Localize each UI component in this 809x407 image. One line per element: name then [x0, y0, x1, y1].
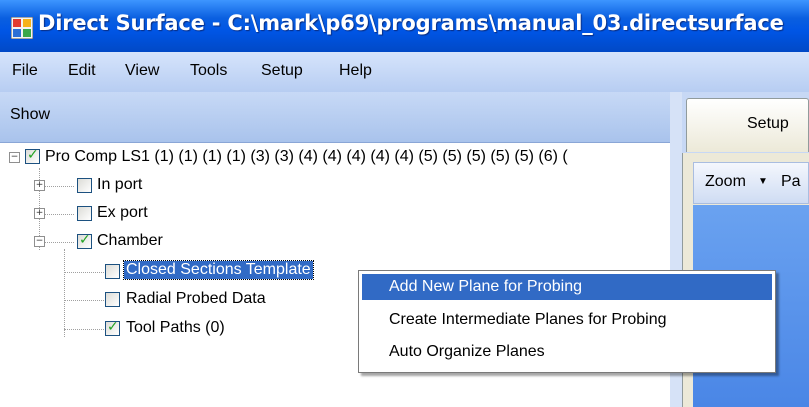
tree-connector	[64, 272, 104, 273]
checkbox-ex-port[interactable]	[77, 206, 92, 221]
checkbox-root[interactable]: ✓	[25, 147, 40, 164]
checkmark-icon: ✓	[79, 232, 91, 248]
tree-node-tool-paths[interactable]: Tool Paths (0)	[126, 319, 225, 337]
context-menu: Add New Plane for Probing Create Interme…	[358, 270, 776, 373]
menu-edit[interactable]: Edit	[68, 62, 96, 80]
checkbox-radial-probed-data[interactable]	[105, 292, 120, 307]
pan-button[interactable]: Pa	[781, 173, 801, 191]
menu-tools[interactable]: Tools	[190, 62, 227, 80]
checkbox-in-port[interactable]	[77, 178, 92, 193]
title-bar[interactable]: Direct Surface - C:\mark\p69\programs\ma…	[0, 0, 809, 52]
tree-node-ex-port[interactable]: Ex port	[97, 204, 148, 222]
show-toolbar: Show	[0, 92, 670, 143]
tree-node-chamber[interactable]: Chamber	[97, 232, 163, 250]
expand-toggle-icon[interactable]: +	[34, 180, 45, 191]
window-title: Direct Surface - C:\mark\p69\programs\ma…	[38, 11, 784, 35]
checkbox-tool-paths[interactable]: ✓	[105, 319, 120, 336]
tab-setup-label: Setup	[747, 115, 789, 132]
menu-setup[interactable]: Setup	[261, 62, 303, 80]
checkbox-chamber[interactable]: ✓	[77, 232, 92, 249]
zoom-dropdown[interactable]: Zoom	[705, 173, 746, 191]
menu-help[interactable]: Help	[339, 62, 372, 80]
collapse-toggle-icon[interactable]: −	[9, 152, 20, 163]
checkmark-icon: ✓	[27, 147, 39, 163]
tree-connector	[44, 242, 74, 243]
tree-connector	[64, 329, 104, 330]
collapse-toggle-icon[interactable]: −	[34, 236, 45, 247]
menu-bar: File Edit View Tools Setup Help	[0, 52, 809, 92]
tree-connector	[64, 300, 104, 301]
tree-node-radial-probed-data[interactable]: Radial Probed Data	[126, 290, 266, 308]
tree-connector	[44, 214, 74, 215]
tree-connector	[44, 186, 74, 187]
tree-node-root-label[interactable]: Pro Comp LS1 (1) (1) (1) (1) (3) (3) (4)…	[45, 148, 568, 166]
tab-setup[interactable]: Setup	[686, 98, 809, 152]
expand-toggle-icon[interactable]: +	[34, 208, 45, 219]
dropdown-arrow-icon[interactable]: ▼	[758, 176, 768, 187]
app-icon	[11, 17, 33, 39]
tree-node-closed-sections-template[interactable]: Closed Sections Template	[123, 260, 314, 280]
menu-item-create-intermediate-planes[interactable]: Create Intermediate Planes for Probing	[389, 311, 666, 329]
menu-file[interactable]: File	[12, 62, 38, 80]
tree-connector	[64, 249, 65, 337]
tree-node-in-port[interactable]: In port	[97, 176, 142, 194]
show-button[interactable]: Show	[10, 106, 50, 124]
checkbox-closed-sections-template[interactable]	[105, 264, 120, 279]
menu-item-auto-organize-planes[interactable]: Auto Organize Planes	[389, 343, 545, 361]
menu-view[interactable]: View	[125, 62, 159, 80]
checkmark-icon: ✓	[107, 319, 119, 335]
menu-item-add-new-plane[interactable]: Add New Plane for Probing	[389, 278, 582, 296]
